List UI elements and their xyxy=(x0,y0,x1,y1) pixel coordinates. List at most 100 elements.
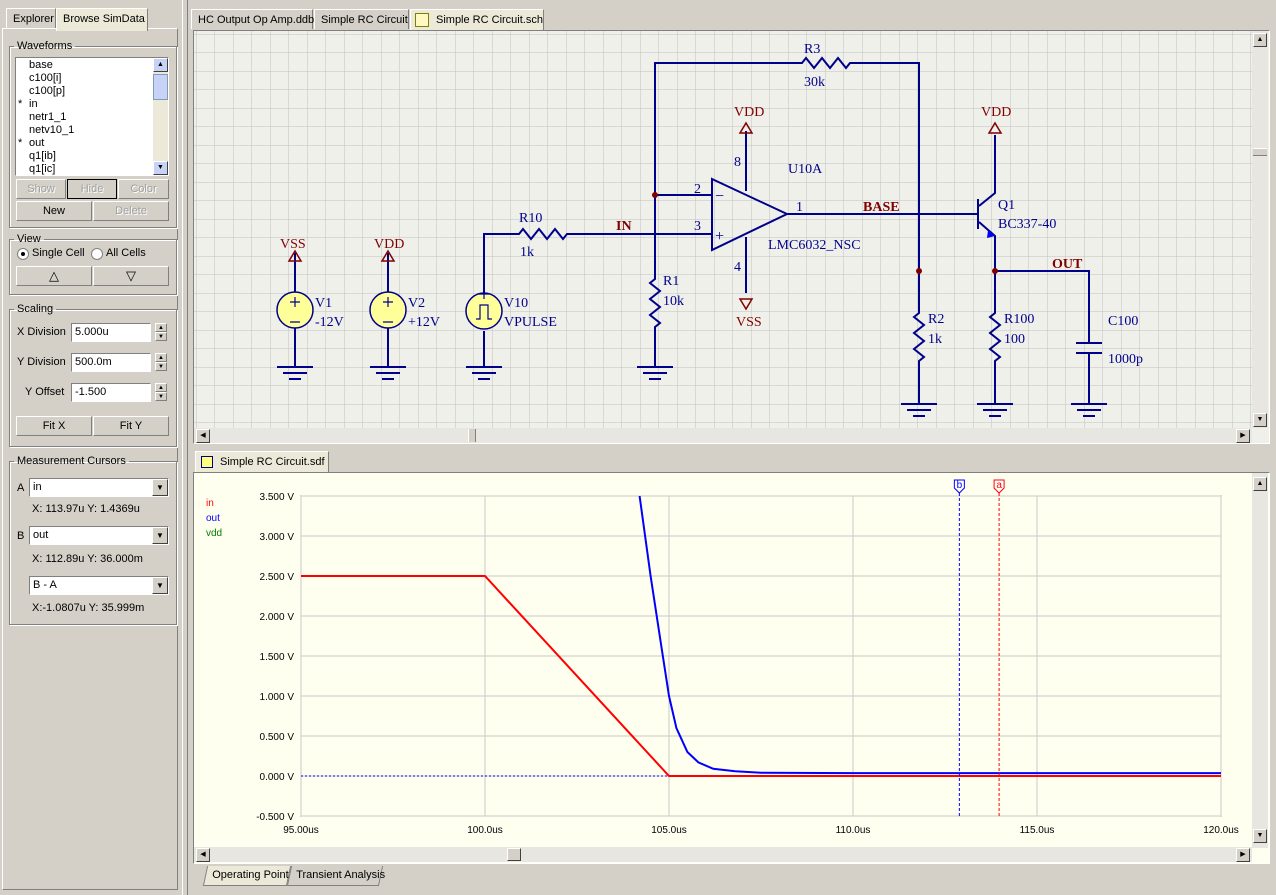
vscroll-thumb[interactable] xyxy=(1253,148,1267,156)
scroll-left-icon[interactable]: ◀ xyxy=(196,848,210,862)
x-tick-label: 120.0us xyxy=(1203,825,1239,836)
fit-x-button[interactable]: Fit X xyxy=(16,416,92,436)
series-in-line xyxy=(301,575,1221,777)
scroll-down-icon[interactable]: ▼ xyxy=(153,161,168,175)
show-button[interactable]: Show xyxy=(16,179,66,199)
tab-simple-rc-circuit-sdf-label: Simple RC Circuit.sdf xyxy=(220,456,325,468)
schematic-doc-icon xyxy=(415,13,429,27)
waveform-pane: 3.500 V 3.000 V 2.500 V 2.000 V 1.500 V 1.000… xyxy=(193,472,1270,864)
r2-designator: R2 xyxy=(928,312,944,327)
new-button[interactable]: New xyxy=(16,201,92,221)
y-offset-label: Y Offset xyxy=(25,386,65,398)
schematic-vscroll[interactable]: ▲ ▼ xyxy=(1252,31,1268,428)
panel-splitter[interactable] xyxy=(182,0,188,895)
v2-designator: V2 xyxy=(408,296,425,311)
delete-button[interactable]: Delete xyxy=(93,201,169,221)
x-division-spinner[interactable]: ▲ ▼ xyxy=(155,323,167,342)
cursor-b-select[interactable]: out ▼ xyxy=(29,526,169,545)
tab-explorer[interactable]: Explorer xyxy=(6,8,56,28)
pin1-label: 1 xyxy=(796,200,803,215)
y-offset-input[interactable]: -1.500 xyxy=(71,383,151,402)
waveform-plot[interactable]: 3.500 V 3.000 V 2.500 V 2.000 V 1.500 V 1.000… xyxy=(194,473,1252,848)
single-cell-label: Single Cell xyxy=(32,247,85,259)
cursor-a-select[interactable]: in ▼ xyxy=(29,478,169,497)
x-tick-label: 115.0us xyxy=(1020,825,1055,836)
q1-designator: Q1 xyxy=(998,198,1015,213)
y-division-input[interactable]: 500.0m xyxy=(71,353,151,372)
waveform-name: netr1_1 xyxy=(29,111,67,123)
chevron-down-icon[interactable]: ▼ xyxy=(152,479,168,496)
y-division-spinner[interactable]: ▲ ▼ xyxy=(155,353,167,372)
scroll-up-icon[interactable]: ▲ xyxy=(1253,33,1267,47)
waveform-name: out xyxy=(29,137,45,149)
x-tick-label: 105.0us xyxy=(651,825,687,836)
r10-value: 1k xyxy=(520,245,534,260)
waveform-list-item[interactable]: base xyxy=(18,59,150,72)
waveform-list-scrollbar[interactable]: ▲ ▼ xyxy=(153,58,168,175)
chevron-down-icon[interactable]: ▼ xyxy=(152,577,168,594)
waveform-list-item[interactable]: netv10_1 xyxy=(18,124,150,137)
waveform-hscroll[interactable]: ◀ ▶ xyxy=(194,847,1252,862)
hscroll-thumb[interactable] xyxy=(468,429,476,442)
x-tick-label: 110.0us xyxy=(836,825,871,836)
waveform-list-item[interactable]: * in xyxy=(18,98,150,111)
analysis-tab-bar: Operating Point Transient Analysis xyxy=(193,866,1270,890)
hide-button[interactable]: Hide xyxy=(67,179,117,199)
y-offset-spinner[interactable]: ▲ ▼ xyxy=(155,383,167,402)
schematic-canvas[interactable]: R3 30k U10A 8 2 3 1 4 LMC6032_NSC Q1 BC3… xyxy=(194,31,1252,429)
waveform-hscroll-thumb[interactable] xyxy=(507,848,521,861)
q1-part: BC337-40 xyxy=(998,217,1056,232)
cell-up-button[interactable]: △ xyxy=(16,266,92,286)
fit-y-button[interactable]: Fit Y xyxy=(93,416,169,436)
scroll-down-icon[interactable]: ▼ xyxy=(1253,829,1267,843)
scroll-up-icon[interactable]: ▲ xyxy=(153,58,168,72)
waveform-list-item[interactable]: c100[p] xyxy=(18,85,150,98)
u10a-designator: U10A xyxy=(788,162,823,177)
tab-simple-rc-circuit-sch[interactable]: Simple RC Circuit.sch xyxy=(410,9,544,32)
x-division-input[interactable]: 5.000u xyxy=(71,323,151,342)
cursor-a-label: A xyxy=(17,482,25,494)
tab-transient-analysis[interactable]: Transient Analysis xyxy=(286,866,385,886)
cell-down-button[interactable]: ▽ xyxy=(93,266,169,286)
r1-designator: R1 xyxy=(663,274,679,289)
tab-simple-rc-circuit[interactable]: Simple RC Circuit xyxy=(314,9,409,29)
v2-value: +12V xyxy=(408,315,440,330)
waveform-list[interactable]: base c100[i] c100[p] * in netr1_1 netv10_1 * out… xyxy=(15,57,169,176)
all-cells-radio[interactable] xyxy=(91,248,103,260)
tab-browse-simdata[interactable]: Browse SimData xyxy=(56,8,148,31)
v1-designator: V1 xyxy=(315,296,332,311)
scaling-legend: Scaling xyxy=(17,303,54,315)
vdd-v2-label: VDD xyxy=(374,237,404,252)
vdd-q1-label: VDD xyxy=(981,105,1011,120)
tab-operating-point[interactable]: Operating Point xyxy=(202,866,292,886)
waveform-vscroll[interactable]: ▲ ▼ xyxy=(1252,473,1268,848)
color-button[interactable]: Color xyxy=(118,179,169,199)
waveform-list-item[interactable]: c100[i] xyxy=(18,72,150,85)
waveform-list-item[interactable]: * out xyxy=(18,137,150,150)
schematic-pane: R3 30k U10A 8 2 3 1 4 LMC6032_NSC Q1 BC3… xyxy=(193,30,1270,444)
tab-simple-rc-circuit-sdf[interactable]: Simple RC Circuit.sdf xyxy=(195,451,329,474)
cursor-diff-select[interactable]: B - A ▼ xyxy=(29,576,169,595)
cursor-diff-value: B - A xyxy=(33,579,57,591)
schematic-hscroll[interactable]: ◀ ▶ xyxy=(194,428,1252,443)
single-cell-radio[interactable] xyxy=(17,248,29,260)
x-tick-label: 95.00us xyxy=(283,825,319,836)
vss-v1-label: VSS xyxy=(280,237,306,252)
waveform-list-item[interactable]: q1[ic] xyxy=(18,163,150,175)
scroll-right-icon[interactable]: ▶ xyxy=(1236,848,1250,862)
document-tab-bar: HC Output Op Amp.ddb Simple RC Circuit S… xyxy=(189,6,1276,32)
noninverting-sign: + xyxy=(715,228,724,245)
scroll-left-icon[interactable]: ◀ xyxy=(196,429,210,443)
cursor-b-value: out xyxy=(33,529,49,541)
tab-hc-output-op-amp[interactable]: HC Output Op Amp.ddb xyxy=(191,9,314,29)
waveform-list-item[interactable]: q1[ib] xyxy=(18,150,150,163)
cursor-a-value: in xyxy=(33,481,42,493)
vdd-opamp-label: VDD xyxy=(734,105,764,120)
scroll-right-icon[interactable]: ▶ xyxy=(1236,429,1250,443)
chevron-down-icon[interactable]: ▼ xyxy=(152,527,168,544)
scroll-down-icon[interactable]: ▼ xyxy=(1253,413,1267,427)
scroll-up-icon[interactable]: ▲ xyxy=(1253,477,1267,491)
waveform-list-item[interactable]: netr1_1 xyxy=(18,111,150,124)
scroll-thumb[interactable] xyxy=(153,74,168,100)
waveform-active-mark: * xyxy=(18,137,23,149)
